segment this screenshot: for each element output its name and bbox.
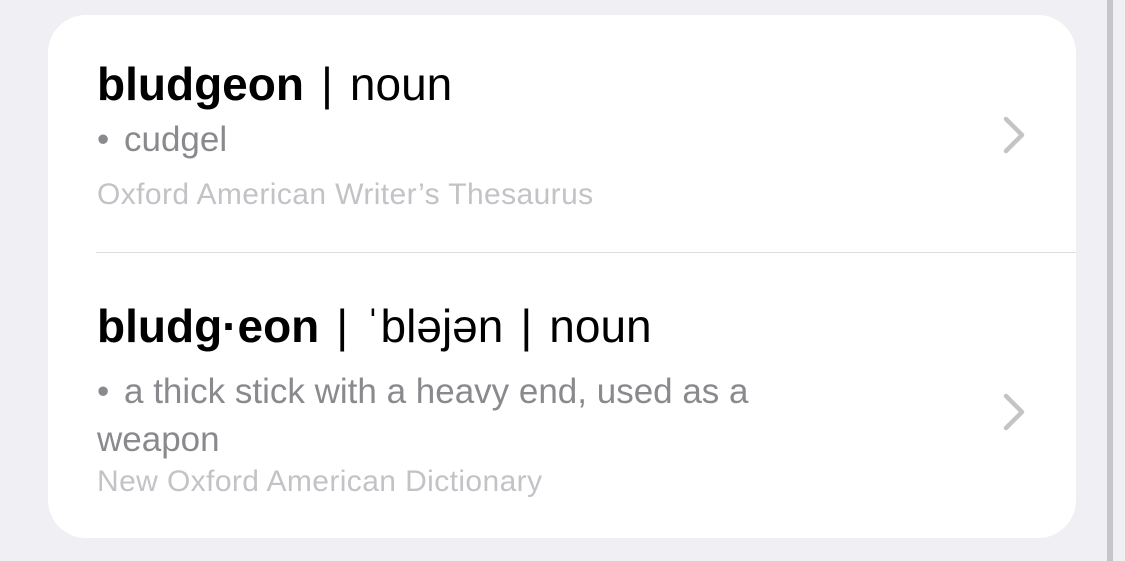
thesaurus-entry[interactable]: bludgeon | noun • cudgel Oxford American Wr… bbox=[48, 15, 1076, 252]
entry-source: Oxford American Writer’s Thesaurus bbox=[97, 178, 594, 211]
definition-text: a thick stick with a heavy end, used as … bbox=[97, 372, 749, 459]
headword: bludgeon bbox=[97, 58, 304, 110]
part-of-speech: noun bbox=[549, 300, 652, 352]
entry-definition: • a thick stick with a heavy end, used as… bbox=[97, 368, 837, 464]
chevron-right-icon bbox=[1003, 116, 1025, 154]
bullet: • bbox=[97, 372, 110, 411]
entry-headline: bludgeon | noun bbox=[97, 61, 452, 107]
chevron-right-icon bbox=[1003, 393, 1025, 431]
results-card: bludgeon | noun • cudgel Oxford American Wr… bbox=[48, 15, 1076, 538]
headword: bludg·eon bbox=[97, 300, 320, 352]
entry-source: New Oxford American Dictionary bbox=[97, 465, 543, 498]
separator: | bbox=[320, 58, 333, 110]
bullet: • bbox=[97, 120, 110, 159]
pronunciation: ˈbləjən bbox=[365, 300, 504, 352]
entry-definition: • cudgel bbox=[97, 116, 227, 164]
scrollbar[interactable] bbox=[1107, 0, 1113, 561]
dictionary-entry[interactable]: bludg·eon | ˈbləjən | noun • a thick stick wi… bbox=[48, 253, 1076, 538]
definition-text: cudgel bbox=[124, 120, 228, 159]
separator: | bbox=[336, 300, 349, 352]
entry-headline: bludg·eon | ˈbləjən | noun bbox=[97, 303, 652, 349]
separator: | bbox=[520, 300, 533, 352]
part-of-speech: noun bbox=[349, 58, 453, 110]
